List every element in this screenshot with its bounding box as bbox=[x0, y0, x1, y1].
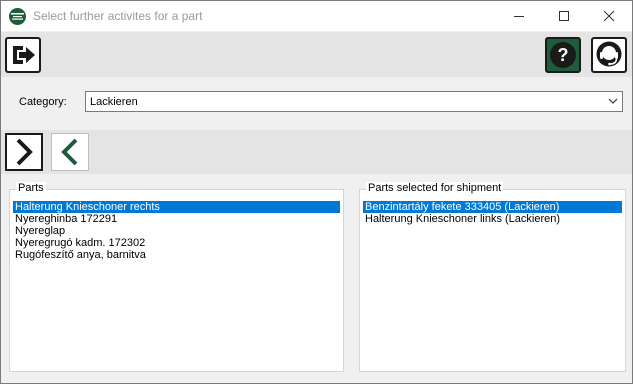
maximize-icon bbox=[559, 11, 569, 21]
svg-text:?: ? bbox=[558, 45, 569, 65]
parts-list-item[interactable]: Rugófeszítő anya, barnitva bbox=[13, 249, 340, 261]
exit-button[interactable] bbox=[5, 37, 41, 73]
app-logo-icon bbox=[9, 8, 26, 25]
category-label: Category: bbox=[19, 96, 67, 108]
title-bar: Select further activites for a part bbox=[1, 1, 632, 31]
chevron-down-icon bbox=[608, 98, 618, 104]
category-select[interactable]: Lackieren bbox=[85, 91, 623, 112]
help-button[interactable]: ? bbox=[545, 37, 581, 73]
minimize-icon bbox=[514, 16, 524, 17]
close-icon bbox=[603, 10, 615, 22]
parts-list-item[interactable]: Halterung Knieschoner rechts bbox=[13, 201, 340, 213]
parts-group: Parts Halterung Knieschoner rechts Nyereg… bbox=[9, 182, 344, 372]
chevron-right-icon bbox=[16, 138, 33, 166]
shipment-title: Parts selected for shipment bbox=[366, 182, 504, 194]
maximize-button[interactable] bbox=[541, 1, 587, 31]
toolbar: ? bbox=[1, 32, 632, 77]
minimize-button[interactable] bbox=[496, 1, 542, 31]
parts-list-item[interactable]: Nyeregrugó kadm. 172302 bbox=[13, 237, 340, 249]
parts-title: Parts bbox=[16, 182, 46, 194]
support-button[interactable] bbox=[591, 37, 627, 73]
remove-from-shipment-button[interactable] bbox=[51, 133, 89, 171]
parts-list-item[interactable]: Nyereghinba 172291 bbox=[13, 213, 340, 225]
help-icon: ? bbox=[550, 42, 576, 68]
shipment-list: Benzintartály fekete 333405 (Lackieren) H… bbox=[363, 201, 622, 225]
dialog-window: Select further activites for a part ? Ca… bbox=[0, 0, 633, 384]
close-button[interactable] bbox=[586, 1, 632, 31]
parts-list-item[interactable]: Nyereglap bbox=[13, 225, 340, 237]
support-headset-icon bbox=[596, 41, 622, 67]
category-value: Lackieren bbox=[90, 96, 138, 108]
chevron-left-icon bbox=[61, 138, 78, 166]
transfer-toolbar bbox=[1, 130, 632, 174]
shipment-list-item[interactable]: Halterung Knieschoner links (Lackieren) bbox=[363, 213, 622, 225]
add-to-shipment-button[interactable] bbox=[5, 133, 43, 171]
parts-list: Halterung Knieschoner rechts Nyereghinba … bbox=[13, 201, 340, 261]
exit-icon bbox=[13, 46, 35, 64]
shipment-list-item[interactable]: Benzintartály fekete 333405 (Lackieren) bbox=[363, 201, 622, 213]
shipment-group: Parts selected for shipment Benzintartál… bbox=[359, 182, 626, 372]
window-title: Select further activites for a part bbox=[33, 9, 203, 23]
